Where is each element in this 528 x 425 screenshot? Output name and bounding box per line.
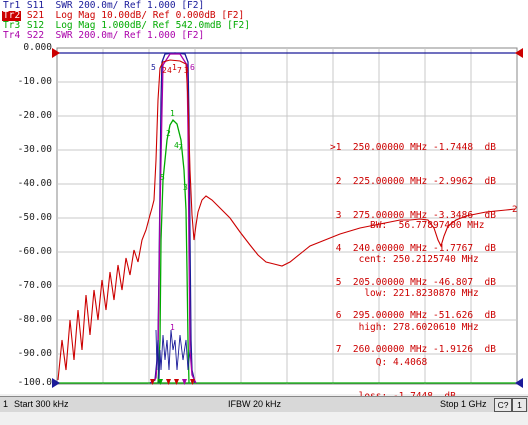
ref-arrow-left-bottom bbox=[52, 378, 60, 388]
bw-row: high: 278.6020610 MHz bbox=[358, 322, 479, 334]
ref-arrow-left-top bbox=[52, 48, 60, 58]
svg-text:6: 6 bbox=[190, 63, 195, 72]
svg-text:5: 5 bbox=[151, 63, 156, 72]
bw-row: Q: 4.4068 bbox=[375, 356, 428, 368]
ref-arrow-right-bottom bbox=[515, 378, 523, 388]
svg-text:3: 3 bbox=[184, 66, 189, 75]
bw-row: cent: 250.2125740 MHz bbox=[358, 254, 479, 266]
svg-text:1: 1 bbox=[170, 323, 175, 332]
svg-text:2: 2 bbox=[166, 129, 171, 138]
trace-s11-floor bbox=[155, 329, 191, 384]
ref-arrow-right-top bbox=[515, 48, 523, 58]
start-frequency[interactable]: Start 300 kHz bbox=[14, 399, 69, 409]
channel-indicator[interactable]: 1 bbox=[3, 399, 8, 409]
bw-row: low: 221.8230870 MHz bbox=[364, 288, 479, 300]
svg-text:7: 7 bbox=[177, 66, 182, 75]
status-bar: 1 Start 300 kHz IFBW 20 kHz Stop 1 GHz C… bbox=[0, 396, 528, 412]
right-marker-label: 2 bbox=[512, 205, 517, 215]
bandwidth-table: BW: 56.77897400 MHz cent: 250.2125740 MH… bbox=[330, 197, 485, 425]
stop-frequency[interactable]: Stop 1 GHz bbox=[440, 399, 487, 409]
trace-header: Tr1 S11 SWR 200.0m/ Ref 1.000 [F2] Tr2 S… bbox=[0, 0, 528, 41]
svg-text:7: 7 bbox=[178, 143, 183, 152]
calibration-status-button[interactable]: C? bbox=[494, 398, 512, 412]
svg-text:1: 1 bbox=[170, 109, 175, 118]
plot-area[interactable]: 0.000 -10.00 -20.00 -30.00 -40.00 -50.00… bbox=[0, 40, 528, 402]
svg-text:3: 3 bbox=[183, 183, 188, 192]
svg-text:5: 5 bbox=[160, 173, 165, 182]
marker-row[interactable]: >1 250.00000 MHz -1.7448 dB bbox=[330, 142, 496, 153]
bw-row: BW: 56.77897400 MHz bbox=[370, 219, 485, 231]
channel-more-button[interactable]: 1 bbox=[512, 398, 527, 412]
ifbw-setting[interactable]: IFBW 20 kHz bbox=[228, 399, 281, 409]
marker-row[interactable]: 2 225.00000 MHz -2.9962 dB bbox=[330, 176, 496, 187]
